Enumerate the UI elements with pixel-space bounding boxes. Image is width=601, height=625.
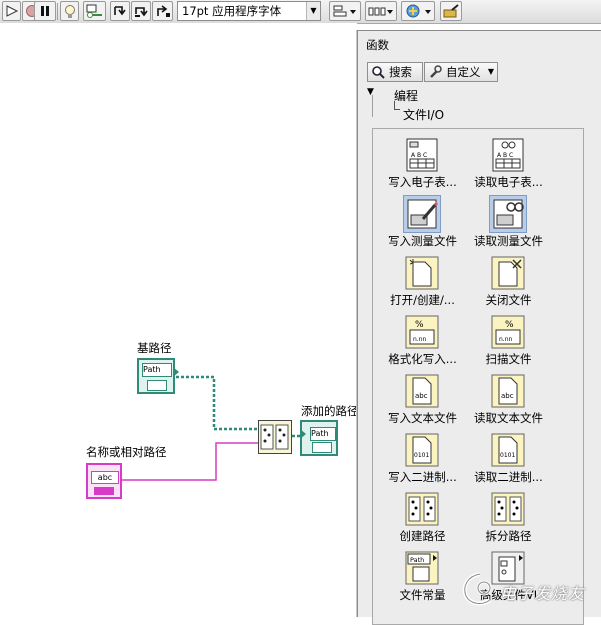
palette-tree: ▼ 编程 文件I/O [367,87,600,123]
svg-text:A B C: A B C [497,152,513,159]
base-path-label: 基路径 [137,341,172,355]
file-constants-icon: Path [405,551,439,585]
format-into-file-icon: % n.nn [405,315,439,349]
palette-item-label: 读取二进制... [474,470,543,484]
svg-text:n.nn: n.nn [499,336,513,343]
wrench-icon [430,65,442,78]
svg-text:n.nn: n.nn [413,336,427,343]
wires [122,375,300,481]
cleanup-diagram-icon[interactable] [440,1,462,21]
watermark-text: 电子发烧友 [500,584,586,603]
read-text-file-icon: abc [491,374,525,408]
tree-subcategory-label[interactable]: 文件I/O [403,106,444,123]
path-terminal-text: Path [142,363,172,377]
palette-item[interactable]: 拆分路径 [458,488,559,547]
distribute-objects-icon[interactable] [365,1,397,21]
chevron-down-icon: ▼ [306,2,320,20]
step-into-icon[interactable] [110,1,130,21]
step-out-icon[interactable] [152,1,173,21]
string-terminal-text: abc [91,471,119,484]
search-label: 搜索 [389,65,412,79]
palette-item-label: 关闭文件 [485,293,532,307]
relative-path-control[interactable]: abc [86,463,122,499]
pause-icon[interactable] [34,1,56,21]
palette-title: 函数 [366,38,389,52]
svg-text:0101: 0101 [500,452,515,459]
write-binary-file-icon: 0101 [405,433,439,467]
path-terminal-text: Path [310,427,336,441]
palette-item-label: 读取测量文件 [474,234,543,248]
watermark-logo-icon [462,572,492,606]
svg-text:%: % [505,320,514,330]
palette-item[interactable]: abc 读取文本文件 [458,370,559,429]
functions-palette: 函数 搜索 自定义 ▼ ▼ 编程 文件I/O A B C 写入电子表... A B … [357,30,601,625]
svg-text:0101: 0101 [414,452,429,459]
read-measurement-file-icon [489,195,527,233]
font-select-value: 17pt 应用程序字体 [182,4,282,18]
close-file-icon [491,256,525,290]
tree-category-label[interactable]: 编程 [394,87,418,104]
write-text-file-icon: abc [405,374,439,408]
build-path-icon [405,492,439,526]
run-arrow-icon[interactable] [2,1,21,21]
align-objects-icon[interactable] [329,1,361,21]
write-measurement-file-icon [403,195,441,233]
write-spreadsheet-icon: A B C [405,138,439,172]
appended-path-label: 添加的路径 [301,404,359,418]
palette-item[interactable]: A B C 读取电子表... [458,134,559,193]
svg-text:A B C: A B C [411,152,427,159]
open-create-file-icon [405,256,439,290]
path-wire[interactable] [176,375,258,431]
svg-text:Path: Path [410,556,424,564]
svg-text:abc: abc [501,392,514,400]
block-diagram[interactable]: 基路径 Path 名称或相对路径 abc 添加的路径 Path [0,23,359,616]
toolbar: 17pt 应用程序字体 ▼ [0,0,601,24]
font-select[interactable]: 17pt 应用程序字体 ▼ [177,1,321,21]
palette-item[interactable]: % n.nn 扫描文件 [458,311,559,370]
customize-button[interactable]: 自定义 ▼ [424,62,498,82]
highlight-execution-icon[interactable] [60,1,79,21]
watermark: 电子发烧友 [452,570,600,610]
search-icon [372,66,385,79]
reorder-icon[interactable] [401,1,435,21]
base-path-control[interactable]: Path [137,358,179,394]
svg-text:abc: abc [415,392,428,400]
scan-from-file-icon: % n.nn [491,315,525,349]
step-over-icon[interactable] [131,1,151,21]
palette-item-label: 拆分路径 [485,529,532,543]
appended-path-indicator[interactable]: Path [300,420,338,456]
palette-item-label: 读取文本文件 [474,411,543,425]
palette-item[interactable]: 0101 读取二进制... [458,429,559,488]
search-button[interactable]: 搜索 [367,62,423,82]
palette-item-label: 读取电子表... [474,175,543,189]
palette-item[interactable]: 关闭文件 [458,252,559,311]
strip-path-icon [491,492,525,526]
chevron-down-icon: ▼ [487,67,494,76]
read-spreadsheet-icon: A B C [491,138,525,172]
retain-wire-values-icon[interactable] [83,1,106,21]
relative-path-label: 名称或相对路径 [86,445,167,459]
read-binary-file-icon: 0101 [491,433,525,467]
palette-item-label: 扫描文件 [485,352,532,366]
customize-label: 自定义 [446,65,481,79]
svg-text:%: % [415,320,424,330]
palette-item[interactable]: 读取测量文件 [458,193,559,252]
build-path-function[interactable] [258,420,292,454]
